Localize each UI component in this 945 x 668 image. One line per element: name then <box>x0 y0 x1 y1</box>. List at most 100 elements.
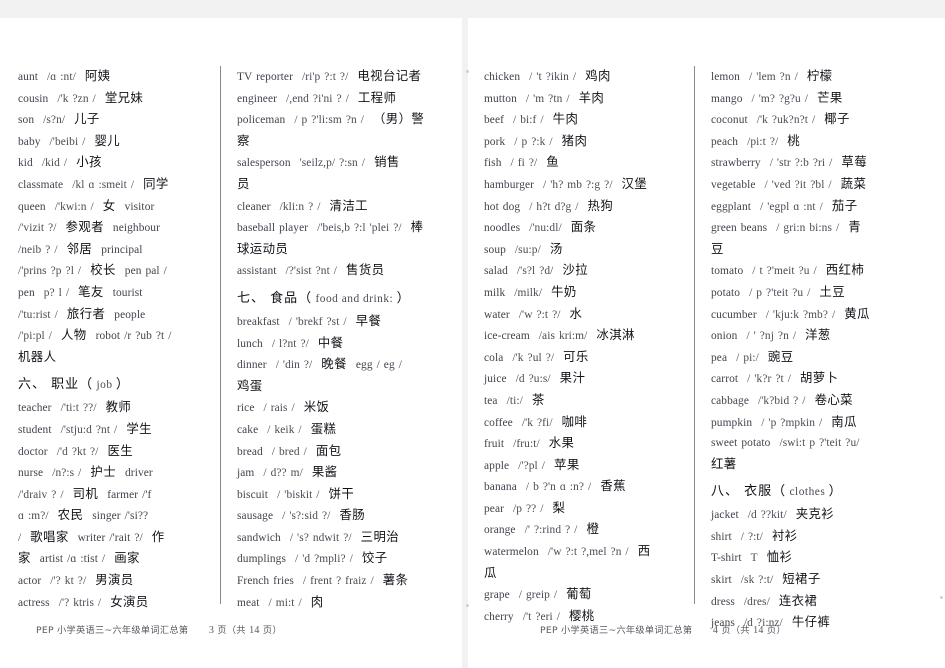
entry-word: chicken <box>484 71 521 83</box>
entry-translation: 歌唱家 <box>30 528 69 544</box>
entry-trailing-word: principal <box>101 243 143 256</box>
entry-word: cabbage <box>711 394 750 407</box>
entry-translation: 三明治 <box>360 528 400 544</box>
entry-phonetic: /'k ?uk?n?t / <box>756 114 816 127</box>
entry-translation: 察 <box>237 132 250 148</box>
entry-phonetic: /'tu:rist / <box>18 308 58 321</box>
vocabulary-entry: coffee /'k ?fi/咖啡 <box>484 412 690 434</box>
entry-word: juice <box>484 373 507 386</box>
footer-suffix-2: 页） <box>766 625 786 636</box>
vocabulary-entry: meat / mi:t / 肉 <box>237 592 454 614</box>
vocabulary-entry: pear/p ?? / 梨 <box>484 498 690 520</box>
entry-word: apple <box>484 459 510 472</box>
footer-total-pages: 14 <box>753 625 764 636</box>
entry-phonetic: /neib ? / <box>18 243 58 256</box>
entry-phonetic: /'kwi:n / <box>54 200 94 213</box>
entry-phonetic: /ri'p ?:t ?/ <box>301 71 349 83</box>
entry-translation: 棒 <box>410 219 424 235</box>
scanned-page-3: aunt/ɑ :nt/阿姨 cousin /'k ?zn / 堂兄妹 son/s?n/儿… <box>0 18 462 668</box>
entry-word: hot dog <box>484 200 521 213</box>
entry-word: tea <box>484 394 498 407</box>
entry-translation: 牛奶 <box>551 283 577 299</box>
entry-translation: 男演员 <box>95 572 134 588</box>
vocabulary-entry: actor /'? kt ?/ 男演员 <box>18 570 216 592</box>
entry-translation: 葡萄 <box>566 586 592 602</box>
entry-translation: 西 <box>637 543 651 559</box>
page-4-columns: chicken / 't ?ikin / 鸡肉 mutton / 'm ?tn / 羊肉 b… <box>468 66 945 629</box>
entry-translation: 清洁工 <box>329 197 368 213</box>
entry-word: doctor <box>18 445 48 458</box>
section-heading: 六、 职业（ job ） <box>18 373 216 397</box>
vocabulary-entry: sausage / 's?:sid ?/ 香肠 <box>237 505 454 527</box>
entry-word: noodles <box>484 222 521 235</box>
entry-translation: 饺子 <box>361 550 388 566</box>
entry-translation: 衬衫 <box>771 527 798 543</box>
entry-phonetic: / 't ?ikin / <box>529 71 577 83</box>
entry-trailing-word: artist /ɑ :tist / <box>39 553 106 566</box>
entry-trailing-translation: 作 <box>151 528 165 544</box>
vocabulary-entry: strawberry / 'str ?:b ?ri / 草莓 <box>711 152 939 174</box>
entry-trailing-word: robot /r ?ub ?t / <box>95 330 172 343</box>
page-4-footer: PEP 小学英语三~六年级单词汇总第 4 页（共 14 页） <box>540 622 786 636</box>
entry-translation: 鱼 <box>546 154 560 170</box>
entry-translation: 沙拉 <box>562 262 589 278</box>
entry-trailing-word: neighbour <box>112 222 160 235</box>
entry-translation: 樱桃 <box>569 607 595 623</box>
vocabulary-entry: /'tu:rist / 旅行者 people <box>18 304 216 326</box>
vocabulary-entry: policeman / p ?'li:sm ?n / （男）警 <box>237 109 454 131</box>
vocabulary-entry: mango / 'm? ?g?u / 芒果 <box>711 88 939 110</box>
vocabulary-entry: dumplings / 'd ?mpli? / 饺子 <box>237 548 454 570</box>
entry-translation: 销售 <box>374 154 400 170</box>
entry-word: grape <box>484 589 510 602</box>
entry-phonetic: /d ??kit/ <box>747 509 787 522</box>
vocabulary-entry: French fries / frent ? fraiz / 薯条 <box>237 570 454 592</box>
vocabulary-entry: lunch / l?nt ?/ 中餐 <box>237 333 454 355</box>
vocabulary-entry: potato / p ?'teit ?u / 土豆 <box>711 282 939 304</box>
entry-word: baby <box>18 135 41 148</box>
entry-phonetic: /,end ?i'ni ? / <box>286 92 349 105</box>
entry-phonetic: / 'biskit / <box>277 488 320 501</box>
entry-phonetic: / b ?'n ɑ :n? / <box>525 481 592 494</box>
entry-translation: 蛋糕 <box>310 420 337 436</box>
entry-trailing-word: pen pal / <box>124 265 167 278</box>
entry-translation: 桃 <box>787 132 801 148</box>
vocabulary-entry: jacket/d ??kit/夹克衫 <box>711 504 939 526</box>
vocabulary-entry: water /'w ?:t ?/ 水 <box>484 304 690 326</box>
entry-translation: 医生 <box>107 442 134 458</box>
entry-translation: 家 <box>18 550 31 566</box>
vocabulary-entry: classmate/kl ɑ :smeit / 同学 <box>18 174 216 196</box>
entry-word: mango <box>711 92 743 105</box>
vocabulary-entry: mutton / 'm ?tn / 羊肉 <box>484 88 690 110</box>
vocabulary-entry: jam / d?? m/果酱 <box>237 462 454 484</box>
vocabulary-entry: baby /'beibi / 婴儿 <box>18 131 216 153</box>
section-heading-label: 七、 食品（ <box>237 290 313 306</box>
scan-background-top <box>0 0 945 18</box>
entry-phonetic: /pi:t ?/ <box>747 135 779 148</box>
vocabulary-entry: 豆 <box>711 239 939 261</box>
entry-word: potato <box>711 286 741 299</box>
entry-phonetic: /'ti:t ??/ <box>60 402 97 415</box>
entry-translation: 售货员 <box>346 262 385 278</box>
entry-word: cousin <box>18 92 49 105</box>
entry-translation: 校长 <box>90 262 116 278</box>
entry-phonetic: /'k ?fi/ <box>521 416 553 429</box>
entry-word: pork <box>484 135 506 148</box>
vocabulary-entry: orange /' ?:rind ? / 橙 <box>484 519 690 541</box>
page-4-column-2: lemon / 'lem ?n / 柠檬 mango / 'm? ?g?u / 芒果 coc… <box>694 66 945 629</box>
footer-suffix-2: 页） <box>262 625 282 636</box>
entry-word: tomato <box>711 265 744 278</box>
entry-word: bread <box>237 445 263 458</box>
entry-phonetic: ɑ :m?/ <box>18 510 49 523</box>
entry-translation: 面包 <box>315 442 342 458</box>
entry-phonetic: /'beibi / <box>49 135 86 148</box>
entry-translation: 女演员 <box>110 593 149 609</box>
section-heading-english: clothes <box>786 486 829 499</box>
entry-word: breakfast <box>237 315 280 328</box>
entry-phonetic: / ' ?nj ?n / <box>746 330 797 343</box>
vocabulary-entry: fish / fi ?/ 鱼 <box>484 152 690 174</box>
entry-phonetic: /fru:t/ <box>513 438 540 451</box>
entry-phonetic: /n?:s / <box>52 467 82 480</box>
vocabulary-entry: /'vizit ?/ 参观者 neighbour <box>18 217 216 239</box>
entry-word: eggplant <box>711 200 752 213</box>
page-4-column-1: chicken / 't ?ikin / 鸡肉 mutton / 'm ?tn / 羊肉 b… <box>468 66 694 623</box>
